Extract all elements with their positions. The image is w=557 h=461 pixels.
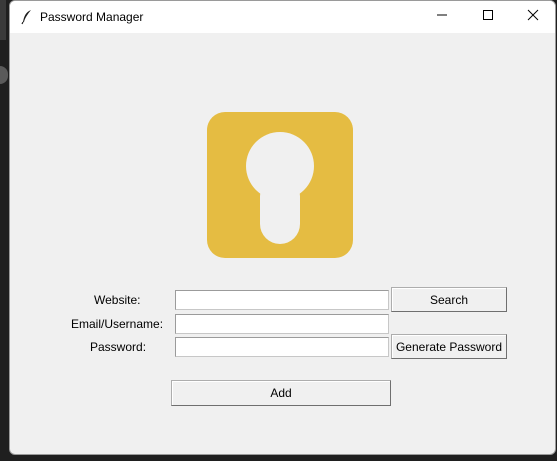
- website-input[interactable]: [175, 290, 389, 310]
- password-input[interactable]: [175, 337, 389, 357]
- background-window-edge: [0, 0, 6, 40]
- email-username-input[interactable]: [175, 314, 389, 334]
- add-button[interactable]: Add: [171, 380, 391, 406]
- background-window-tab: [0, 66, 8, 84]
- password-manager-window: Password Manager Website: Search Email/U…: [9, 0, 556, 455]
- website-label: Website:: [94, 293, 141, 307]
- keyhole-lock-icon: [207, 112, 353, 258]
- maximize-icon: [482, 8, 494, 26]
- close-button[interactable]: [510, 1, 555, 33]
- close-icon: [527, 8, 539, 26]
- minimize-icon: [436, 8, 448, 26]
- window-title: Password Manager: [40, 10, 144, 24]
- title-bar[interactable]: Password Manager: [10, 1, 555, 33]
- maximize-button[interactable]: [465, 1, 511, 33]
- minimize-button[interactable]: [419, 1, 465, 33]
- password-label: Password:: [90, 340, 147, 354]
- generate-password-button[interactable]: Generate Password: [391, 334, 507, 359]
- email-username-label: Email/Username:: [71, 317, 164, 331]
- search-button[interactable]: Search: [391, 287, 507, 312]
- feather-icon: [20, 9, 34, 25]
